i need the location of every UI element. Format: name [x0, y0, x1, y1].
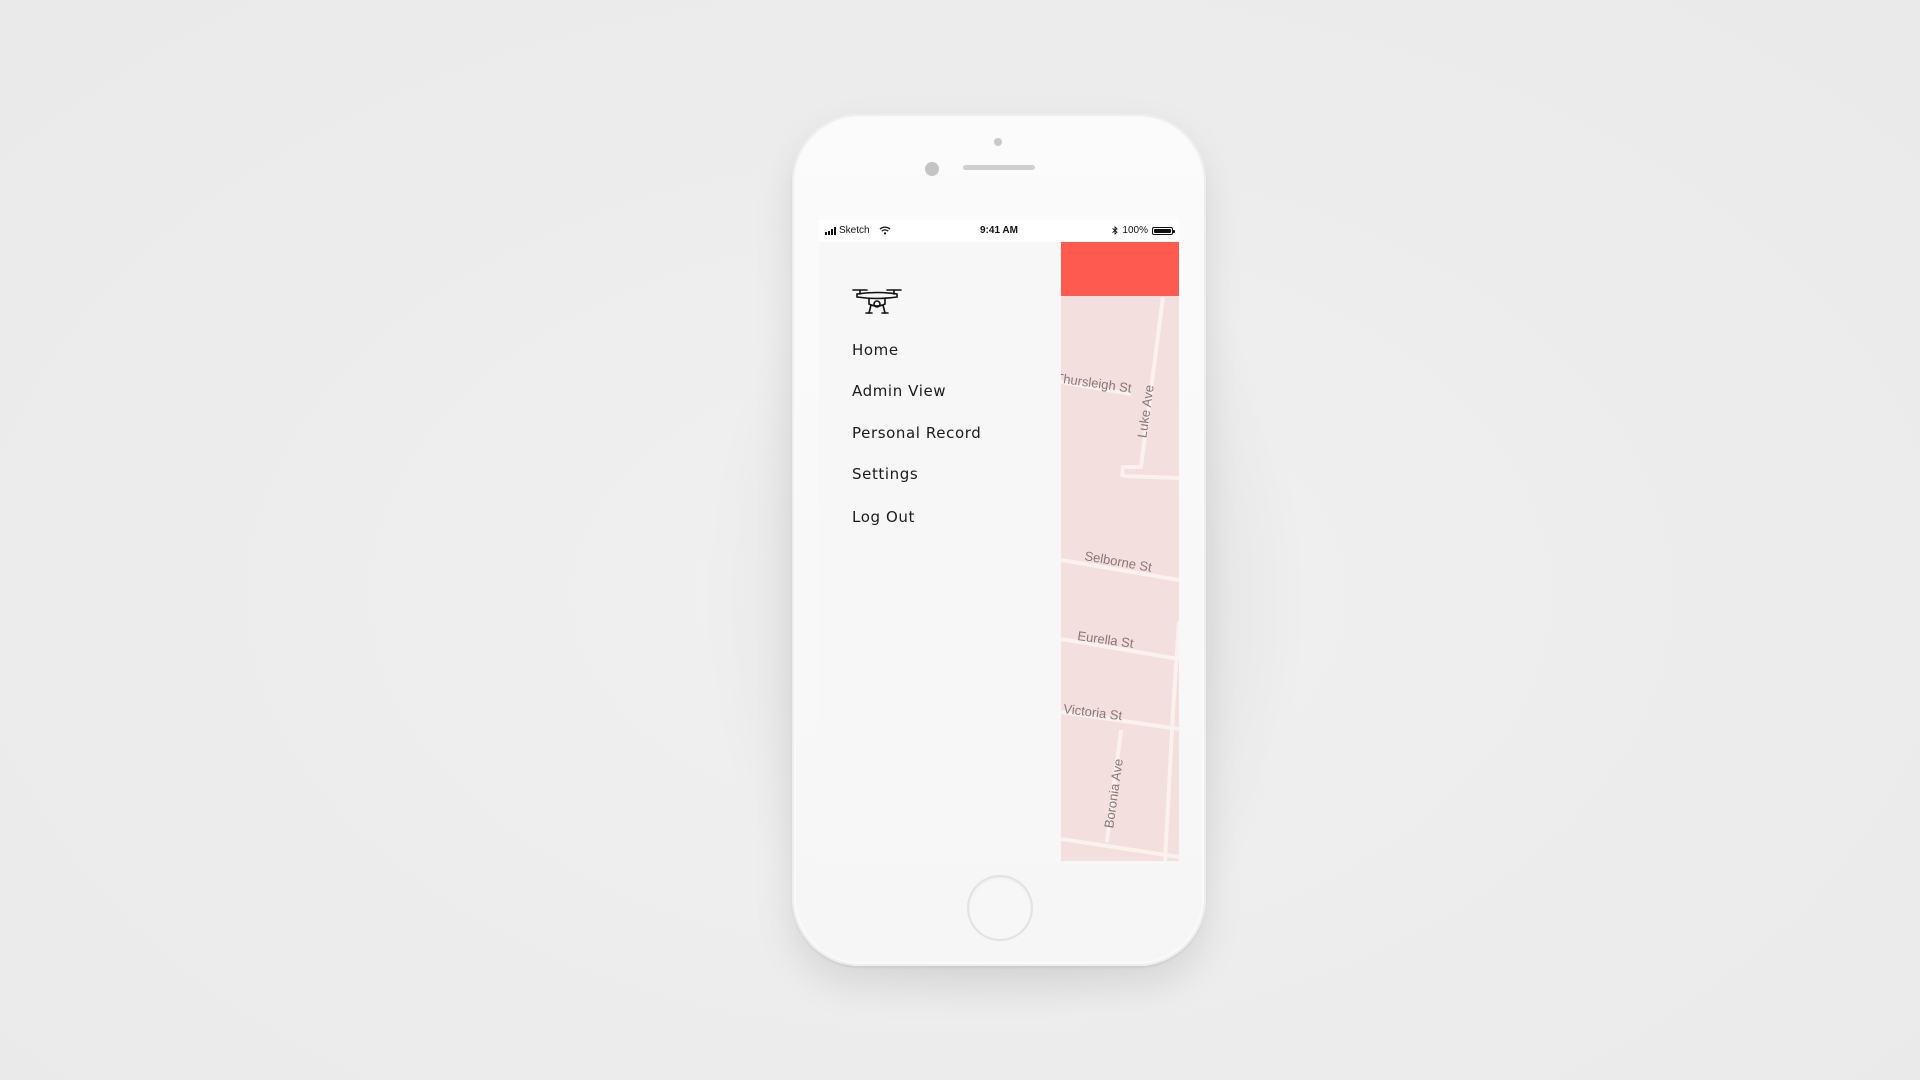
menu-item-settings[interactable]: Settings [852, 465, 918, 483]
front-camera [925, 162, 939, 176]
bluetooth-icon [1112, 226, 1119, 235]
proximity-sensor [994, 138, 1002, 146]
bottom-road [1061, 837, 1179, 859]
street-label-luke-ave: Luke Ave [1134, 384, 1156, 439]
connector-road [1122, 474, 1179, 480]
drone-icon [852, 289, 902, 314]
menu-item-log-out[interactable]: Log Out [852, 508, 915, 526]
menu-item-admin-view[interactable]: Admin View [852, 382, 946, 400]
battery-icon [1152, 226, 1175, 235]
status-right: 100% [1112, 225, 1175, 236]
menu-item-personal-record[interactable]: Personal Record [852, 424, 981, 442]
street-label-boronia-ave: Boronia Ave [1101, 758, 1126, 829]
map-view[interactable]: Luke Ave Thursleigh St Selborne St Eurel… [1061, 242, 1179, 861]
earpiece-speaker [963, 165, 1035, 170]
phone-screen: Sketch 9:41 AM 100% Home Admin View Pers… [819, 220, 1179, 861]
scene-background: Sketch 9:41 AM 100% Home Admin View Pers… [0, 0, 1920, 1080]
app-header-bar [1061, 242, 1179, 296]
battery-percent: 100% [1122, 225, 1148, 236]
phone-mockup: Sketch 9:41 AM 100% Home Admin View Pers… [792, 114, 1206, 966]
battery-fill [1154, 228, 1171, 233]
street-label-victoria-st: Victoria St [1063, 701, 1124, 723]
menu-item-home[interactable]: Home [852, 341, 899, 359]
battery-nub [1173, 229, 1175, 233]
map-streets: Luke Ave Thursleigh St Selborne St Eurel… [1061, 296, 1179, 861]
street-label-thursleigh-st: Thursleigh St [1061, 370, 1133, 396]
home-button[interactable] [967, 875, 1033, 941]
navigation-drawer: Home Admin View Personal Record Settings… [819, 242, 1061, 861]
status-bar: Sketch 9:41 AM 100% [819, 220, 1179, 242]
